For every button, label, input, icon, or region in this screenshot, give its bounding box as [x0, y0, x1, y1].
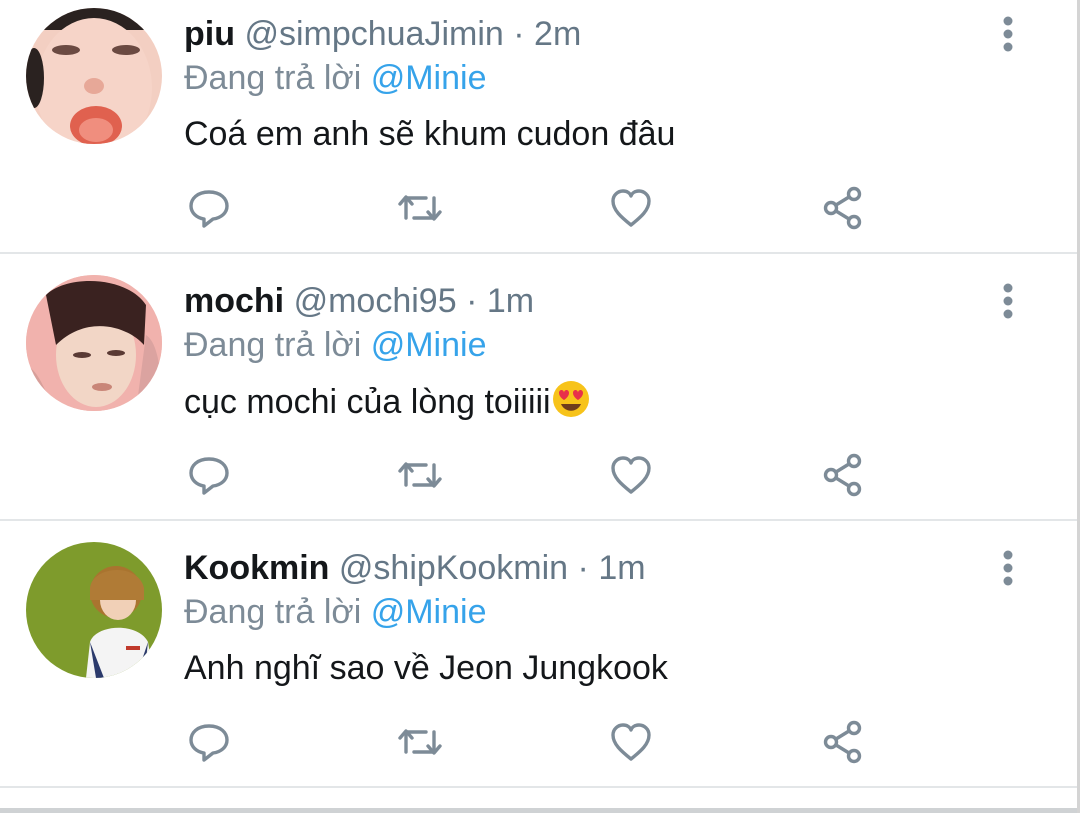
action-bar: [0, 451, 1077, 499]
retweet-icon[interactable]: [396, 184, 444, 232]
display-name[interactable]: Kookmin: [184, 549, 329, 587]
replying-to-line: Đang trả lời @Minie: [184, 590, 486, 634]
more-options-icon[interactable]: [990, 281, 1026, 321]
bottom-divider: [0, 808, 1077, 813]
user-handle[interactable]: @simpchuaJimin: [244, 15, 503, 53]
reply-text-content: cục mochi của lòng toiiiii: [184, 383, 551, 421]
display-name[interactable]: mochi: [184, 282, 284, 320]
reply-icon[interactable]: [185, 718, 233, 766]
reply-item[interactable]: Kookmin @shipKookmin · 1m Đang trả lời @…: [0, 522, 1077, 788]
retweet-icon[interactable]: [396, 718, 444, 766]
mention-link[interactable]: @Minie: [371, 326, 487, 364]
avatar-image: [26, 542, 162, 678]
replying-prefix: Đang trả lời: [184, 59, 362, 97]
replying-prefix: Đang trả lời: [184, 326, 362, 364]
mention-link[interactable]: @Minie: [371, 59, 487, 97]
more-options-icon[interactable]: [990, 548, 1026, 588]
action-bar: [0, 184, 1077, 232]
timestamp[interactable]: 1m: [487, 282, 534, 320]
avatar[interactable]: [26, 542, 162, 678]
reply-item[interactable]: piu @simpchuaJimin · 2m Đang trả lời @Mi…: [0, 0, 1077, 254]
reply-text: cục mochi của lòng toiiiii: [184, 379, 591, 424]
timestamp[interactable]: 2m: [534, 15, 581, 53]
more-options-icon[interactable]: [990, 14, 1026, 54]
reply-header: mochi @mochi95 · 1m: [184, 279, 534, 323]
replying-prefix: Đang trả lời: [184, 593, 362, 631]
like-icon[interactable]: [607, 451, 655, 499]
mention-link[interactable]: @Minie: [371, 593, 487, 631]
share-icon[interactable]: [819, 451, 867, 499]
avatar-image: [26, 275, 162, 411]
reply-icon[interactable]: [185, 184, 233, 232]
share-icon[interactable]: [819, 184, 867, 232]
timestamp[interactable]: 1m: [598, 549, 645, 587]
share-icon[interactable]: [819, 718, 867, 766]
reply-text: Coá em anh sẽ khum cudon đâu: [184, 115, 676, 153]
separator: ·: [577, 549, 589, 587]
reply-text: Anh nghĩ sao về Jeon Jungkook: [184, 649, 668, 687]
avatar[interactable]: [26, 8, 162, 144]
reply-icon[interactable]: [185, 451, 233, 499]
display-name[interactable]: piu: [184, 15, 235, 53]
reply-item[interactable]: mochi @mochi95 · 1m Đang trả lời @Minie …: [0, 255, 1077, 521]
action-bar: [0, 718, 1077, 766]
reply-header: piu @simpchuaJimin · 2m: [184, 12, 581, 56]
replying-to-line: Đang trả lời @Minie: [184, 323, 486, 367]
separator: ·: [466, 282, 478, 320]
retweet-icon[interactable]: [396, 451, 444, 499]
reply-feed: piu @simpchuaJimin · 2m Đang trả lời @Mi…: [0, 0, 1080, 813]
user-handle[interactable]: @shipKookmin: [339, 549, 568, 587]
heart-eyes-emoji-icon: [552, 381, 589, 417]
like-icon[interactable]: [607, 184, 655, 232]
separator: ·: [513, 15, 525, 53]
replying-to-line: Đang trả lời @Minie: [184, 56, 486, 100]
reply-header: Kookmin @shipKookmin · 1m: [184, 546, 646, 590]
like-icon[interactable]: [607, 718, 655, 766]
user-handle[interactable]: @mochi95: [294, 282, 457, 320]
avatar-image: [26, 8, 162, 144]
avatar[interactable]: [26, 275, 162, 411]
